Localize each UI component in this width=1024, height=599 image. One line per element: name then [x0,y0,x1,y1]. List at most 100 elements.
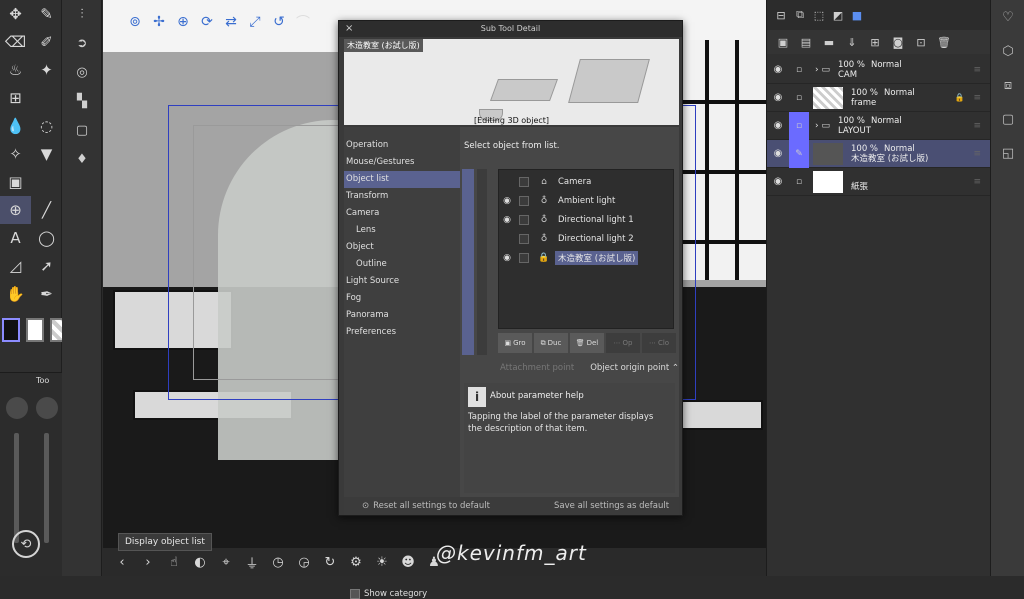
eye-icon[interactable]: ◉ [767,64,789,75]
new-raster-icon[interactable]: ▣ [775,34,791,50]
lock-checkbox[interactable] [519,253,529,263]
panel-tab-label[interactable]: Too [0,373,62,385]
rotate-object-icon[interactable]: ⟳ [197,12,217,32]
folder-icon[interactable]: › ▭ [815,121,830,131]
mask-icon[interactable]: ◩ [830,7,846,23]
show-category-toggle[interactable]: Show category [350,589,427,599]
animation-icon[interactable]: ◱ [991,136,1024,170]
layer-lock-slot[interactable]: ▫ [789,168,809,196]
layer-lock-slot[interactable]: ▫ [789,111,809,140]
category-item[interactable]: Object list [344,171,460,188]
next-arrow-icon[interactable]: › [137,551,159,573]
object-list-item[interactable]: ◉ ♁ Ambient light [499,192,673,210]
brush-icon[interactable]: ✐ [31,28,62,56]
category-item[interactable]: Object [344,239,460,256]
sub-color-swatch[interactable] [26,318,44,342]
opacity-slider[interactable] [44,433,49,543]
line-icon[interactable]: ╱ [31,196,62,224]
eraser-icon[interactable]: ⌫ [0,28,31,56]
object-action-button[interactable]: ⋯ Op [606,333,640,353]
frame-icon[interactable]: ▢ [62,116,102,145]
sliders-icon[interactable]: ⫶ [62,0,102,29]
refresh-icon[interactable]: ↻ [319,551,341,573]
lock-icon[interactable]: 🔒 [955,93,965,102]
category-item[interactable]: Panorama [344,307,460,324]
eye-icon[interactable]: ◉ [499,196,515,206]
category-item[interactable]: Light Source [344,273,460,290]
move-tool-icon[interactable]: ✥ [0,0,31,28]
object-action-button[interactable]: 🗑 Del [570,333,604,353]
category-item[interactable]: Mouse/Gestures [344,154,460,171]
list-column-eye[interactable] [462,169,474,355]
object-list-item[interactable]: ♁ Directional light 2 [499,230,673,248]
eyedropper-icon[interactable]: ✒ [31,280,62,308]
drag-handle-icon[interactable]: ≡ [973,93,981,103]
eye-icon[interactable]: ◉ [767,92,789,103]
lock-checkbox[interactable] [519,177,529,187]
gradient-icon[interactable]: ▣ [0,168,31,196]
checker-icon[interactable]: ▚ [62,87,102,116]
camera-angle-icon[interactable]: ◐ [189,551,211,573]
list-column-arrow[interactable] [477,169,487,355]
airbrush-icon[interactable]: ♨ [0,56,31,84]
reference-icon[interactable]: ⧉ [792,7,808,23]
merge-icon[interactable]: ⊞ [867,34,883,50]
blank-tool[interactable] [31,84,62,112]
object-action-button[interactable]: ⧉ Duc [534,333,568,353]
settings-icon[interactable]: ⚙ [345,551,367,573]
fill-drop-icon[interactable]: 💧 [0,112,31,140]
pan-icon[interactable]: ✢ [149,12,169,32]
category-item[interactable]: Operation [344,137,460,154]
mask-add-icon[interactable]: ◙ [890,34,906,50]
arrow-circle-icon[interactable]: ➲ [62,29,102,58]
move-object-icon[interactable]: ⇄ [221,12,241,32]
select-arrow-icon[interactable]: ➚ [31,252,62,280]
balloon-icon[interactable]: ◯ [31,224,62,252]
layer-row[interactable]: ◉ ▫ › ▭ 100 % Normal CAM ≡ [767,56,991,84]
ruler-icon[interactable]: ◿ [0,252,31,280]
hand-icon[interactable]: ✋ [0,280,31,308]
eye-icon[interactable]: ◉ [499,215,515,225]
lock-checkbox[interactable] [519,215,529,225]
lamp-icon[interactable]: ☀ [371,551,393,573]
fit-object-icon[interactable]: ⌖ [215,551,237,573]
category-item[interactable]: Lens [344,222,460,239]
zoom-icon[interactable]: ⊕ [173,12,193,32]
object-list-item[interactable]: ◉ 🔒 木造教室 (お試し版) [499,249,673,267]
text-tool-icon[interactable]: A [0,224,31,252]
magic-wand-icon[interactable]: ✧ [0,140,31,168]
category-item[interactable]: Fog [344,290,460,307]
rotate-icon[interactable]: ⟲ [12,530,40,558]
color-icon[interactable]: ■ [849,7,865,23]
grid-icon[interactable]: ⊞ [0,84,31,112]
heart-icon[interactable]: ♡ [991,0,1024,34]
layer-lock-slot[interactable]: ▫ [789,84,809,112]
lock-checkbox[interactable] [519,196,529,206]
ground-icon[interactable]: ⏚ [241,551,263,573]
category-item[interactable]: Preferences [344,324,460,341]
drag-handle-icon[interactable]: ≡ [973,149,981,159]
blank-tool-2[interactable] [31,168,62,196]
attachment-select[interactable]: Object origin point ⌃ [590,363,679,373]
save-all-button[interactable]: Save all settings as default [554,501,669,511]
material-icon[interactable]: ⬡ [991,34,1024,68]
layer-row[interactable]: ◉ ▫ › ▭ 100 % Normal LAYOUT ≡ [767,111,991,140]
camera-move-icon[interactable]: ⊚ [125,12,145,32]
eye-icon[interactable]: ◉ [499,253,515,263]
prev-arrow-icon[interactable]: ‹ [111,551,133,573]
sparkle-icon[interactable]: ✦ [31,56,62,84]
lasso-icon[interactable]: ◌ [31,112,62,140]
brush-size-knob[interactable] [6,397,28,419]
drag-handle-icon[interactable]: ≡ [973,177,981,187]
eye-icon[interactable]: ◉ [767,176,789,187]
transfer-icon[interactable]: ⇓ [844,34,860,50]
category-item[interactable]: Camera [344,205,460,222]
magnet-icon[interactable]: ⌒ [293,12,313,32]
eye-icon[interactable]: ◉ [767,148,789,159]
paint-bucket-icon[interactable]: ▼ [31,140,62,168]
object-list-item[interactable]: ⌂ Camera [499,173,673,191]
eye-icon[interactable]: ◉ [767,120,789,131]
scale-object-icon[interactable]: ⤢ [245,12,265,32]
timer-icon[interactable]: ◶ [293,551,315,573]
reset-all-button[interactable]: ⊙ Reset all settings to default [362,501,522,511]
